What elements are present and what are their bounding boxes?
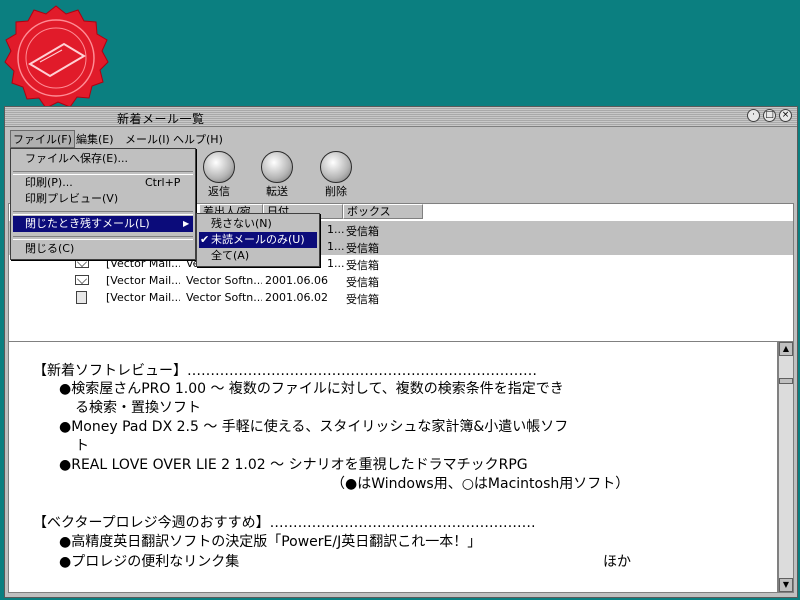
preview-line: ●検索屋さんPRO 1.00 ～ 複数のファイルに対して、複数の検索条件を指定で…	[59, 381, 564, 397]
print-shortcut: Ctrl+P	[145, 176, 181, 189]
submenu-arrow-icon: ▶	[183, 219, 190, 228]
preview-line: ト	[75, 438, 89, 454]
reply-button[interactable]: 返信	[196, 151, 242, 199]
table-row[interactable]: [Vector Mail... Vector Softn... 2001.06.…	[9, 289, 793, 306]
close-icon[interactable]: ×	[779, 109, 792, 122]
checkmark-icon: ✔	[200, 233, 210, 246]
maximize-icon[interactable]: □	[763, 109, 776, 122]
preview-line: ●プロレジの便利なリンク集	[59, 554, 240, 570]
menu-close[interactable]: 閉じる(C)	[13, 241, 193, 257]
submenu-keep-all[interactable]: 全て(A)	[199, 248, 317, 264]
document-icon	[76, 291, 87, 304]
preview-line: 【ベクタープロレジ今週のおすすめ】…………………………………………………	[33, 515, 536, 531]
preview-scrollbar[interactable]: ▲ ▼	[778, 341, 794, 593]
menu-file[interactable]: ファイル(F)	[10, 130, 75, 148]
menu-edit[interactable]: 編集(E)	[74, 131, 116, 147]
submenu-keep-none[interactable]: 残さない(N)	[199, 216, 317, 232]
scroll-up-icon[interactable]: ▲	[779, 342, 793, 356]
preview-line: 【新着ソフトレビュー】…………………………………………………………………	[33, 363, 537, 379]
menu-print-preview[interactable]: 印刷プレビュー(V)	[13, 191, 193, 207]
message-preview[interactable]: 【新着ソフトレビュー】………………………………………………………………… ●検索…	[8, 341, 778, 593]
menu-mail[interactable]: メール(I)	[123, 131, 172, 147]
red-seal-logo-icon	[4, 5, 109, 109]
forward-icon	[261, 151, 293, 183]
preview-line: る検索・置換ソフト	[75, 400, 201, 416]
preview-line: （●はWindows用、○はMacintosh用ソフト）	[331, 476, 630, 492]
column-box[interactable]: ボックス	[343, 204, 423, 219]
reply-icon	[203, 151, 235, 183]
file-menu-dropdown: ファイルへ保存(E)... 印刷(P)... Ctrl+P 印刷プレビュー(V)…	[10, 148, 196, 260]
menu-help[interactable]: ヘルプ(H)	[171, 131, 225, 147]
menu-print[interactable]: 印刷(P)... Ctrl+P	[13, 175, 193, 191]
table-row[interactable]: [Vector Mail... Vector Softn... 2001.06.…	[9, 272, 793, 289]
forward-button[interactable]: 転送	[254, 151, 300, 199]
preview-line: ●高精度英日翻訳ソフトの決定版「PowerE/J英日翻訳これ一本！」	[59, 534, 482, 550]
keep-mail-submenu: 残さない(N) ✔ 未読メールのみ(U) 全て(A)	[196, 213, 320, 267]
title-bar[interactable]: 新着メール一覧 · □ ×	[5, 107, 797, 127]
menu-separator	[13, 236, 193, 240]
menu-save-to-file[interactable]: ファイルへ保存(E)...	[13, 151, 193, 167]
preview-line: ほか	[603, 554, 631, 570]
preview-line: ●Money Pad DX 2.5 ～ 手軽に使える、スタイリッシュな家計簿&小…	[59, 419, 569, 435]
preview-line: ●REAL LOVE OVER LIE 2 1.02 ～ シナリオを重視したドラ…	[59, 457, 528, 473]
trash-icon	[320, 151, 352, 183]
scroll-down-icon[interactable]: ▼	[779, 578, 793, 592]
menu-separator	[13, 211, 193, 215]
envelope-icon	[75, 275, 89, 285]
minimize-icon[interactable]: ·	[747, 109, 760, 122]
menu-keep-on-close[interactable]: 閉じたとき残すメール(L) ▶	[13, 216, 193, 232]
scroll-thumb[interactable]	[779, 378, 793, 384]
window-title: 新着メール一覧	[117, 112, 205, 126]
delete-button[interactable]: 削除	[313, 151, 359, 199]
submenu-keep-unread[interactable]: ✔ 未読メールのみ(U)	[199, 232, 317, 248]
menu-bar: ファイル(F) 編集(E) メール(I) ヘルプ(H)	[8, 129, 794, 148]
